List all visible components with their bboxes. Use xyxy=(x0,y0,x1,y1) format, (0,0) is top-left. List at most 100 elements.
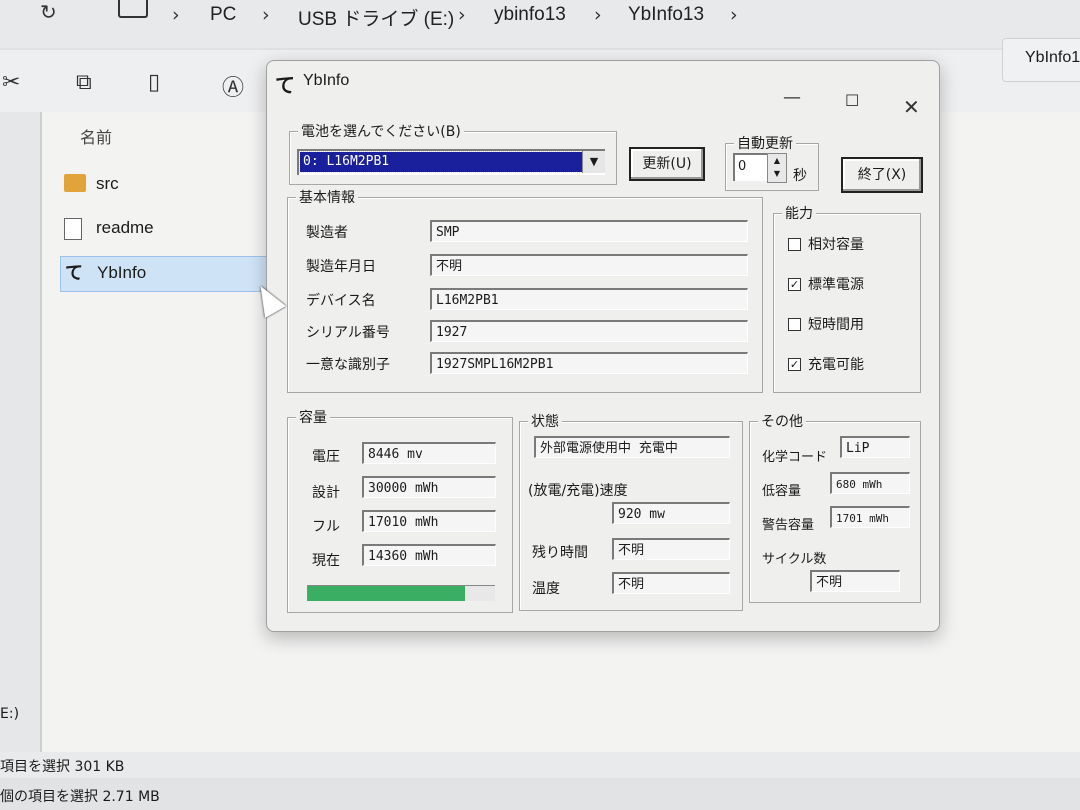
chevron-right-icon: › xyxy=(172,4,180,26)
basic-label-device: デバイス名 xyxy=(306,293,376,309)
window-tab[interactable]: YbInfo1 xyxy=(1002,38,1080,82)
basic-value-manufacturer: SMP xyxy=(430,220,748,242)
other-cycle-label: サイクル数 xyxy=(762,552,827,567)
drive-label: E:) xyxy=(0,706,20,722)
capability-label: 相対容量 xyxy=(808,237,864,253)
tab-title: YbInfo1 xyxy=(1025,49,1080,66)
folder-icon xyxy=(64,174,86,192)
pc-icon xyxy=(118,0,148,18)
checkbox-relative-capacity[interactable] xyxy=(788,238,801,251)
copy-icon[interactable]: ⧉ xyxy=(76,70,92,95)
capacity-value-voltage: 8446 mv xyxy=(362,442,496,464)
cut-icon[interactable]: ✂ xyxy=(2,70,20,95)
refresh-button[interactable]: 更新(U) xyxy=(629,147,705,181)
file-name: src xyxy=(96,174,119,193)
group-label: 電池を選んでください(B) xyxy=(298,121,464,141)
maximize-icon[interactable]: ☐ xyxy=(845,91,859,110)
capacity-value-design: 30000 mWh xyxy=(362,476,496,498)
capacity-group: 容量 電圧 8446 mv 設計 30000 mWh フル 17010 mWh … xyxy=(287,407,513,613)
basic-label-date: 製造年月日 xyxy=(306,259,376,275)
status-state-value: 外部電源使用中 充電中 xyxy=(534,436,730,458)
basic-value-date: 不明 xyxy=(430,254,748,276)
capacity-value-current: 14360 mWh xyxy=(362,544,496,566)
capability-label: 短時間用 xyxy=(808,317,864,333)
breadcrumb-item[interactable]: PC xyxy=(210,4,236,26)
capability-label: 充電可能 xyxy=(808,357,864,373)
chevron-down-icon[interactable]: ▼ xyxy=(582,151,605,173)
paste-icon[interactable]: ▯ xyxy=(148,70,160,95)
auto-update-input[interactable]: 0 xyxy=(733,153,767,181)
breadcrumb-item[interactable]: USB ドライブ (E:) xyxy=(298,4,454,31)
exit-button[interactable]: 終了(X) xyxy=(841,157,923,193)
basic-value-device: L16M2PB1 xyxy=(430,288,748,310)
group-label: 状態 xyxy=(528,411,562,431)
status-group: 状態 外部電源使用中 充電中 (放電/充電)速度 920 mw 残り時間 不明 … xyxy=(519,411,743,611)
checkbox-short-term[interactable] xyxy=(788,318,801,331)
capacity-label-current: 現在 xyxy=(312,553,340,569)
battery-select-value: 0: L16M2PB1 xyxy=(299,151,584,173)
auto-update-unit: 秒 xyxy=(793,168,807,184)
other-low-value: 680 mWh xyxy=(830,472,910,494)
battery-select[interactable]: 0: L16M2PB1 ▼ xyxy=(297,149,605,175)
list-item[interactable]: readme xyxy=(60,212,270,246)
chevron-right-icon: › xyxy=(458,4,466,26)
capacity-progress-bar xyxy=(307,585,495,601)
spinner-arrows-icon[interactable]: ▲ ▼ xyxy=(767,153,787,183)
checkbox-rechargeable[interactable]: ✓ xyxy=(788,358,801,371)
other-warn-value: 1701 mWh xyxy=(830,506,910,528)
minimize-icon[interactable]: — xyxy=(783,87,801,108)
title-bar[interactable]: て YbInfo — ☐ ✕ xyxy=(267,61,939,119)
checkbox-standard-power[interactable]: ✓ xyxy=(788,278,801,291)
basic-label-manufacturer: 製造者 xyxy=(306,225,348,241)
status-remaining-label: 残り時間 xyxy=(532,545,588,561)
capacity-progress-fill xyxy=(308,586,466,601)
navigation-pane xyxy=(0,112,42,752)
other-chem-label: 化学コード xyxy=(762,450,828,465)
list-item[interactable]: て YbInfo xyxy=(60,256,272,292)
basic-value-uid: 1927SMPL16M2PB1 xyxy=(430,352,748,374)
close-icon[interactable]: ✕ xyxy=(903,95,920,119)
status-temp-value: 不明 xyxy=(612,572,730,594)
capacity-label-voltage: 電圧 xyxy=(312,449,340,465)
auto-update-spinner[interactable]: 0 ▲ ▼ xyxy=(733,153,787,183)
other-group: その他 化学コード LiP 低容量 680 mWh 警告容量 1701 mWh … xyxy=(749,411,921,603)
ybinfo-app-icon: て xyxy=(65,263,83,284)
basic-label-serial: シリアル番号 xyxy=(306,325,390,341)
other-low-label: 低容量 xyxy=(762,484,802,499)
other-warn-label: 警告容量 xyxy=(762,518,815,533)
status-text: 項目を選択 301 KB xyxy=(0,759,125,775)
status-bar: 項目を選択 301 KB xyxy=(0,752,1080,778)
chevron-right-icon: › xyxy=(730,4,738,26)
status-bar: 個の項目を選択 2.71 MB xyxy=(0,782,1080,810)
capability-group: 能力 相対容量 ✓ 標準電源 短時間用 ✓ 充電可能 xyxy=(773,203,921,393)
address-bar: ↻ › PC › USB ドライブ (E:) › ybinfo13 › YbIn… xyxy=(0,0,1080,48)
status-text: 個の項目を選択 2.71 MB xyxy=(0,789,160,805)
file-name: YbInfo xyxy=(97,263,147,282)
status-remaining-value: 不明 xyxy=(612,538,730,560)
chevron-right-icon: › xyxy=(262,4,270,26)
column-header-name[interactable]: 名前 xyxy=(80,124,112,148)
other-chem-value: LiP xyxy=(840,436,910,458)
group-label: その他 xyxy=(758,411,806,431)
document-icon xyxy=(64,218,82,240)
list-item[interactable]: src xyxy=(60,168,270,202)
capability-label: 標準電源 xyxy=(808,277,864,293)
ybinfo-app-icon: て xyxy=(275,73,295,97)
other-cycle-value: 不明 xyxy=(810,570,900,592)
group-label: 能力 xyxy=(782,203,816,223)
group-label: 基本情報 xyxy=(296,187,358,207)
breadcrumb-item[interactable]: YbInfo13 xyxy=(628,4,704,26)
window-title: YbInfo xyxy=(303,72,350,89)
status-temp-label: 温度 xyxy=(532,581,560,597)
ybinfo-window: て YbInfo — ☐ ✕ 電池を選んでください(B) 0: L16M2PB1… xyxy=(266,60,940,632)
refresh-icon[interactable]: ↻ xyxy=(40,0,57,24)
group-label: 自動更新 xyxy=(734,133,796,153)
capacity-label-full: フル xyxy=(312,519,340,535)
status-rate-value: 920 mw xyxy=(612,502,730,524)
breadcrumb-item[interactable]: ybinfo13 xyxy=(494,4,566,26)
chevron-right-icon: › xyxy=(594,4,602,26)
basic-info-group: 基本情報 製造者 SMP 製造年月日 不明 デバイス名 L16M2PB1 シリア… xyxy=(287,187,763,393)
capacity-label-design: 設計 xyxy=(312,485,340,501)
rename-icon[interactable]: Ⓐ xyxy=(222,70,244,102)
group-label: 容量 xyxy=(296,407,330,427)
